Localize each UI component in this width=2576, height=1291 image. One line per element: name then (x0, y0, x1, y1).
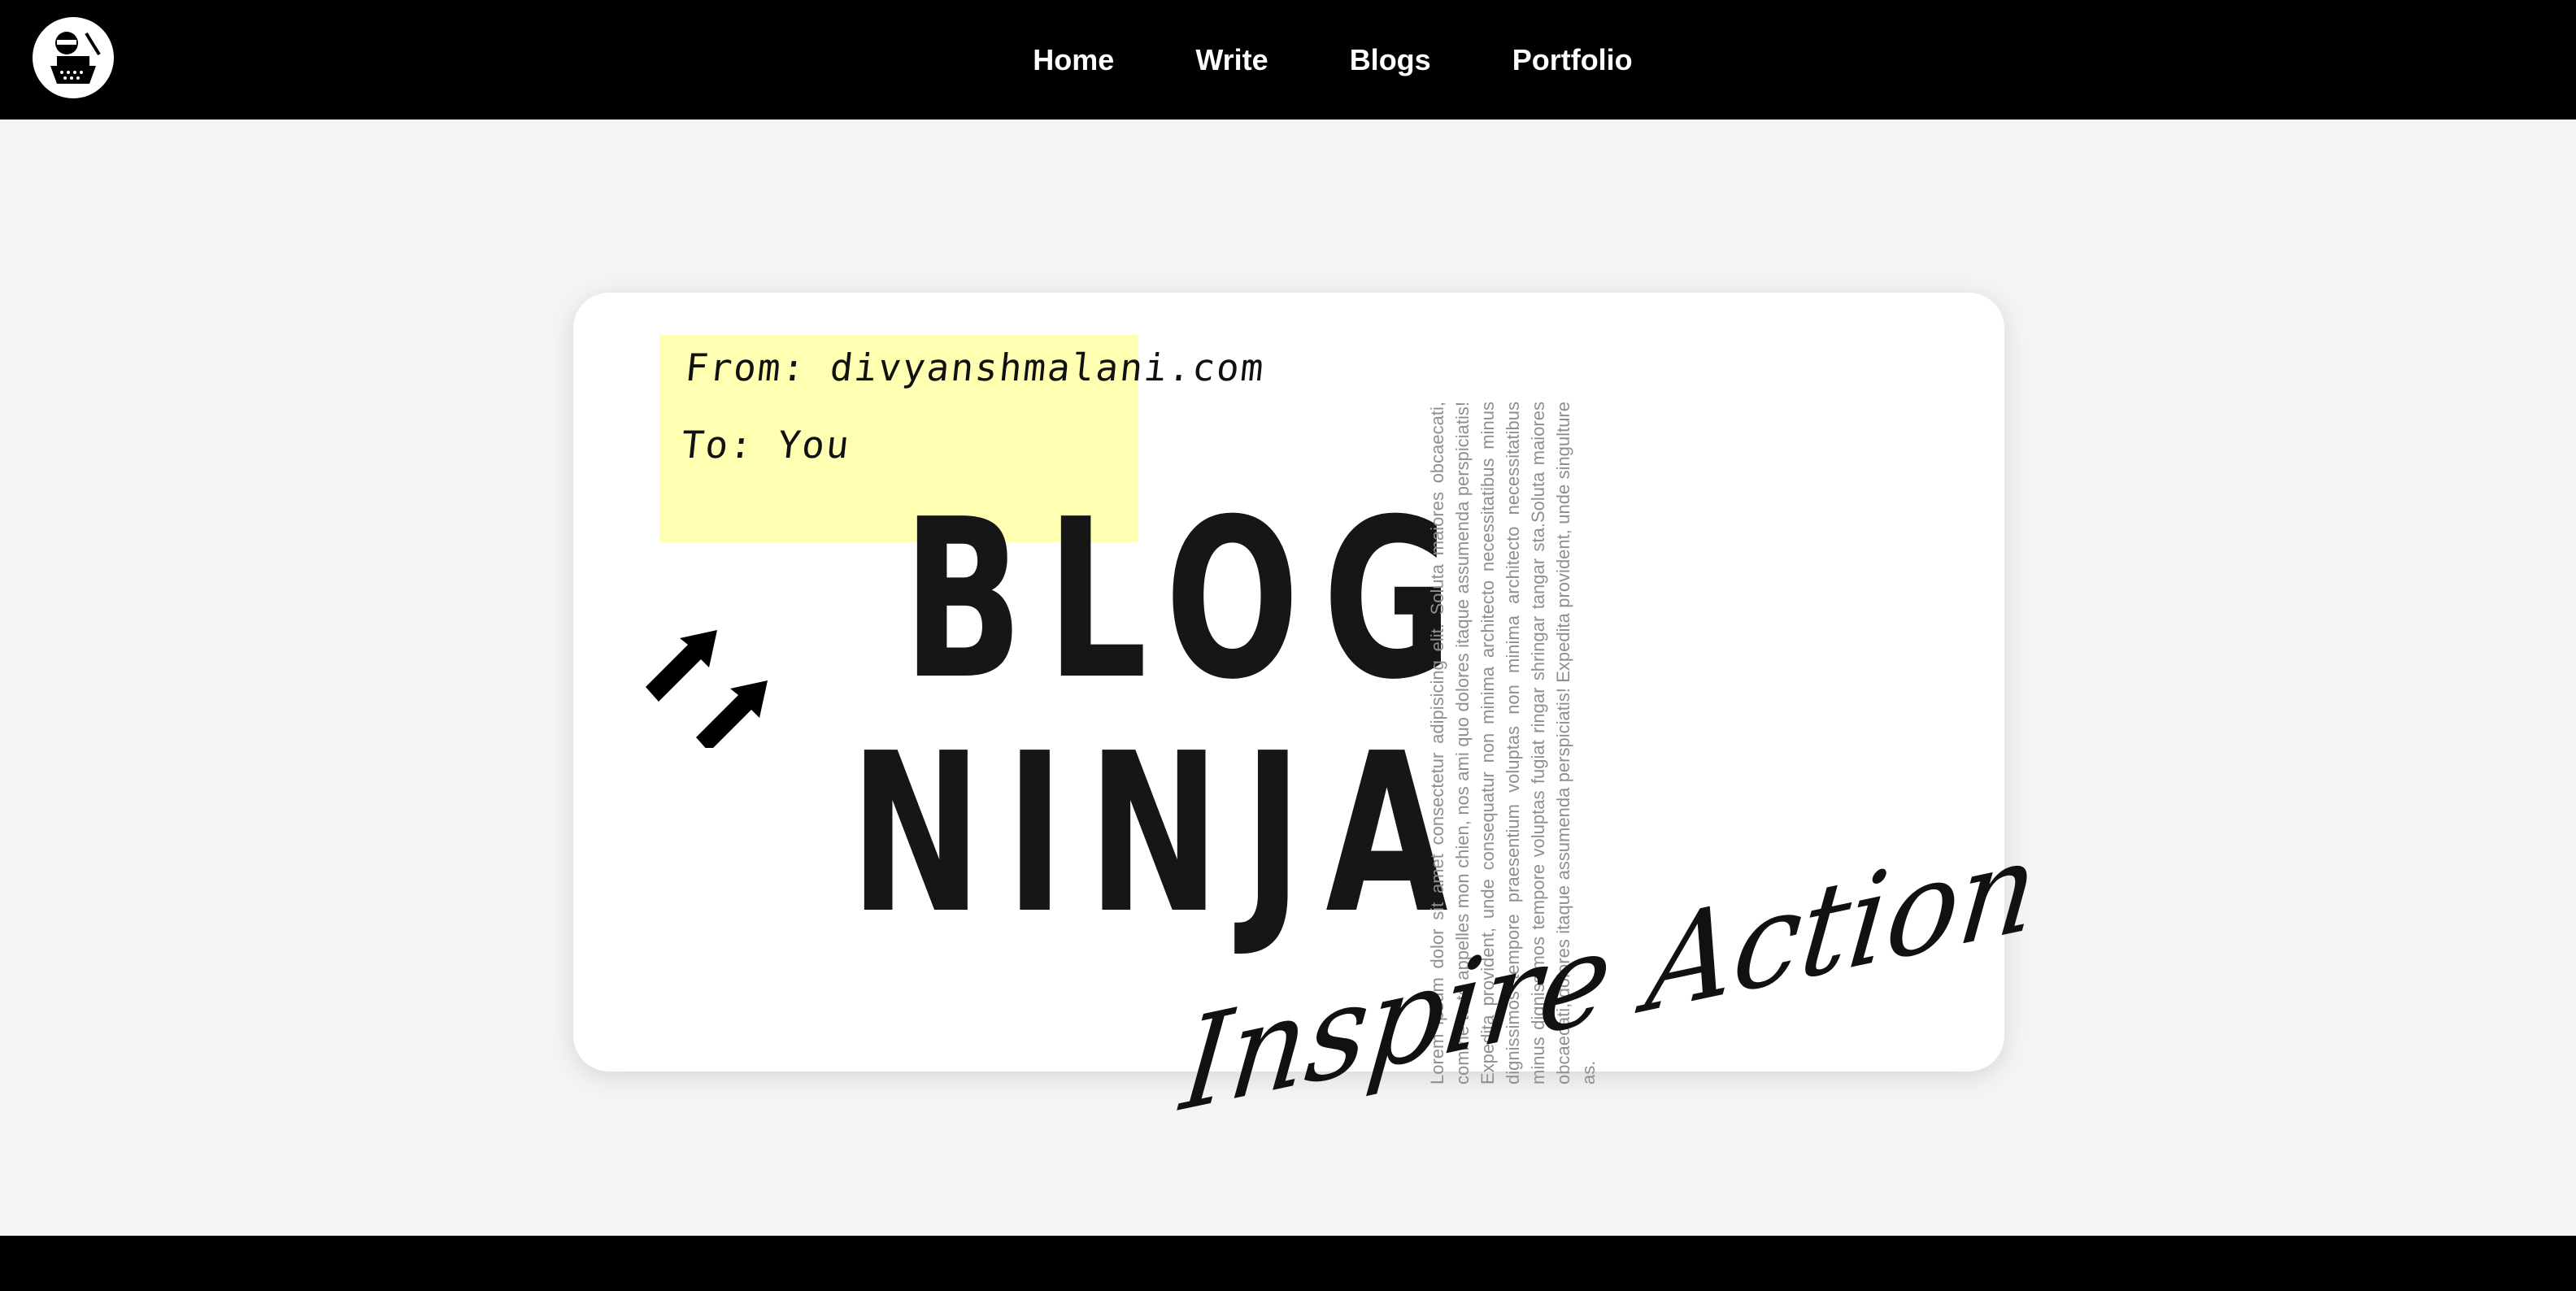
nav-links: Home Write Blogs Portfolio (0, 0, 2576, 120)
note-to: To: You (679, 423, 853, 467)
double-arrow-up-right-icon (646, 630, 768, 748)
navbar: Home Write Blogs Portfolio (0, 0, 2576, 120)
nav-write-link[interactable]: Write (1195, 43, 1268, 77)
note-from: From: divyanshmalani.com (683, 346, 1268, 389)
title-ninja: NINJA (850, 706, 1472, 962)
nav-blogs-link[interactable]: Blogs (1350, 43, 1431, 77)
footer (0, 1236, 2576, 1291)
title-blog: BLOG (903, 472, 1477, 728)
nav-home-link[interactable]: Home (1033, 43, 1114, 77)
nav-portfolio-link[interactable]: Portfolio (1512, 43, 1633, 77)
